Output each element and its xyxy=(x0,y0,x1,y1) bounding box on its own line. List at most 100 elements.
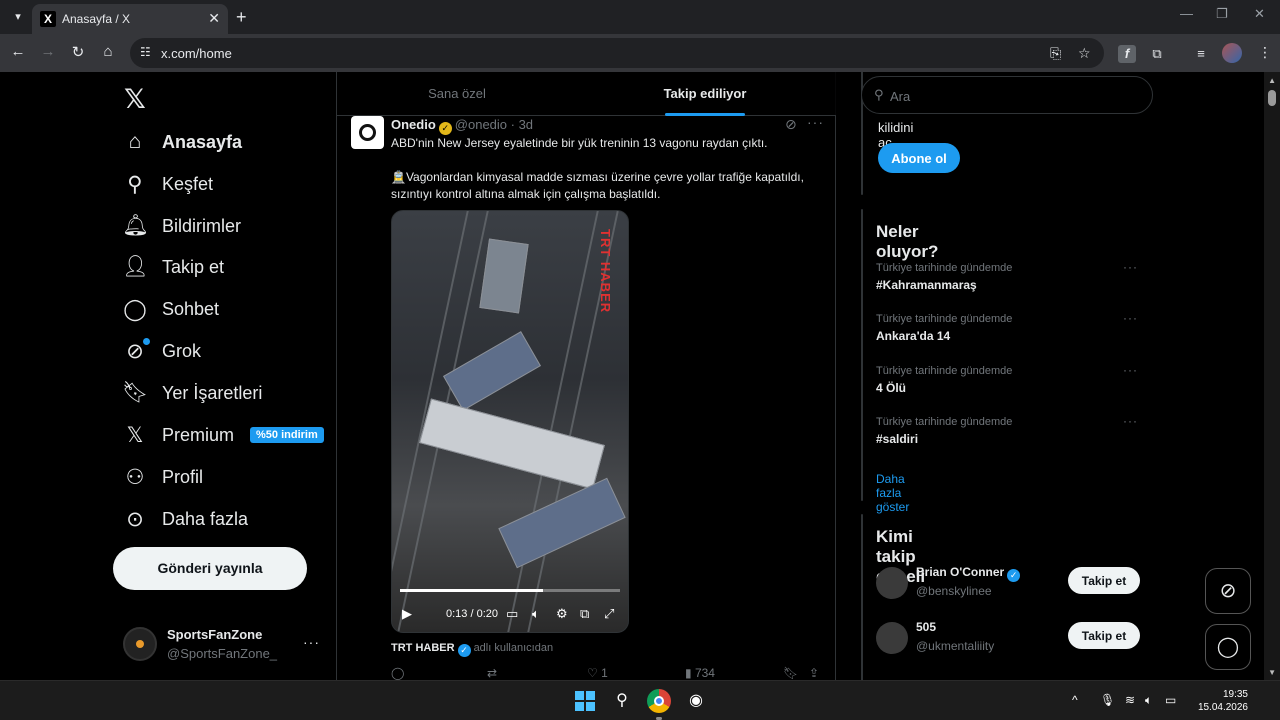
verified-gold-icon: ✓ xyxy=(438,122,452,135)
avatar[interactable] xyxy=(876,567,908,599)
microphone-icon[interactable]: 🎙︎ xyxy=(1100,693,1115,707)
trend-item[interactable]: Türkiye tarihinde gündemde 4 Ölü ··· xyxy=(876,363,1138,405)
tweet-author-name[interactable]: Onedio xyxy=(391,117,436,132)
account-name[interactable]: SportsFanZone xyxy=(167,627,262,642)
search-icon[interactable]: ⚲ xyxy=(610,689,634,713)
nav-notifications[interactable]: 🔔︎ Bildirimler xyxy=(122,206,241,246)
nav-premium[interactable]: 𝕏 Premium %50 indirim xyxy=(122,415,324,455)
page-scrollbar[interactable]: ▲ ▼ xyxy=(1264,72,1280,680)
site-info-icon[interactable]: ☷ xyxy=(140,45,151,59)
account-more-icon[interactable]: ··· xyxy=(303,634,320,650)
nav-explore[interactable]: ⚲ Keşfet xyxy=(122,164,213,204)
tweet-text-line1: ABD'nin New Jersey eyaletinde bir yük tr… xyxy=(391,136,768,150)
browser-menu-icon[interactable]: ⋮ xyxy=(1258,44,1272,61)
scroll-down-icon[interactable]: ▼ xyxy=(1268,668,1276,677)
nav-profile[interactable]: ⚇ Profil xyxy=(122,457,203,497)
tab-for-you[interactable]: Sana özel xyxy=(337,72,577,116)
settings-gear-icon[interactable]: ⚙ xyxy=(556,606,568,622)
trend-more-icon[interactable]: ··· xyxy=(1123,414,1138,428)
tweet-author-avatar[interactable] xyxy=(351,116,384,149)
trend-more-icon[interactable]: ··· xyxy=(1123,311,1138,325)
avatar[interactable] xyxy=(876,622,908,654)
tweet-meta: @onedio · 3d xyxy=(454,117,534,132)
wifi-icon[interactable]: ≋ xyxy=(1125,693,1135,707)
tab-search-button[interactable]: ▾ xyxy=(8,7,28,27)
like-icon[interactable]: ♡ 1 xyxy=(587,666,608,680)
views-icon[interactable]: ▮ 734 xyxy=(685,666,715,680)
nav-profile-label: Profil xyxy=(162,466,204,487)
video-time: 0:13 / 0:20 xyxy=(446,608,498,620)
extension-f-icon[interactable]: f xyxy=(1118,45,1136,63)
trend-item[interactable]: Türkiye tarihinde gündemde #saldiri ··· xyxy=(876,414,1138,456)
nav-grok-label: Grok xyxy=(162,340,202,361)
more-circle-icon: ⊙ xyxy=(126,507,144,531)
windows-start-icon[interactable] xyxy=(575,691,595,711)
home-button-icon[interactable]: ⌂ xyxy=(98,43,118,60)
show-more-link[interactable]: Daha fazla göster xyxy=(876,472,909,514)
browser-profile-avatar[interactable] xyxy=(1222,43,1242,63)
search-box[interactable]: ⚲ xyxy=(861,76,1153,114)
tweet-video[interactable]: TRT HABER ▶ 0:13 / 0:20 ▭ 🔈︎ ⚙ ⧉ ⤢ xyxy=(391,210,629,633)
nav-follow[interactable]: 👤︎ Takip et xyxy=(122,247,224,287)
volume-icon[interactable]: 🔈︎ xyxy=(1145,693,1152,708)
nav-chat[interactable]: ◯ Sohbet xyxy=(122,289,219,329)
fullscreen-icon[interactable]: ⤢ xyxy=(604,606,614,622)
grok-explain-icon[interactable]: ⊘ xyxy=(785,116,797,133)
source-name[interactable]: TRT HABER xyxy=(391,642,455,654)
maximize-icon[interactable]: ❐ xyxy=(1216,6,1228,22)
scroll-up-icon[interactable]: ▲ xyxy=(1268,76,1276,85)
close-tab-icon[interactable]: ✕ xyxy=(208,10,220,27)
search-input[interactable] xyxy=(890,85,1140,107)
trend-context: Türkiye tarihinde gündemde xyxy=(876,313,1013,325)
follow-button[interactable]: Takip et xyxy=(1068,567,1140,594)
forward-icon[interactable]: → xyxy=(38,43,58,60)
share-icon[interactable]: ⇪ xyxy=(809,666,819,680)
minimize-icon[interactable]: — xyxy=(1180,6,1193,21)
nav-bookmarks[interactable]: 🔖︎ Yer İşaretleri xyxy=(122,373,262,413)
bookmark-star-icon[interactable]: ☆ xyxy=(1078,45,1091,62)
play-icon[interactable]: ▶ xyxy=(402,606,412,622)
close-window-icon[interactable]: ✕ xyxy=(1254,6,1265,22)
reply-icon[interactable]: ◯ xyxy=(391,666,404,680)
install-app-icon[interactable]: ⎘ xyxy=(1050,45,1061,62)
trend-item[interactable]: Türkiye tarihinde gündemde Ankara'da 14 … xyxy=(876,311,1138,353)
browser-tab[interactable]: X Anasayfa / X ✕ xyxy=(32,4,228,34)
account-handle: @SportsFanZone_ xyxy=(167,646,278,661)
subscribe-button[interactable]: Abone ol xyxy=(878,143,960,173)
follow-button[interactable]: Takip et xyxy=(1068,622,1140,649)
like-count: 1 xyxy=(601,666,608,680)
nav-home[interactable]: ⌂ Anasayfa xyxy=(122,122,242,162)
tray-overflow-icon[interactable]: ^ xyxy=(1072,693,1078,707)
reload-icon[interactable]: ↻ xyxy=(68,43,88,61)
follow-suggestion[interactable]: Brian O'Conner ✓ @benskylinee Takip et xyxy=(876,565,1140,605)
battery-icon[interactable]: ▭ xyxy=(1165,693,1176,707)
video-progress-bar[interactable] xyxy=(400,589,620,592)
tab-following[interactable]: Takip ediliyor xyxy=(585,72,825,116)
nav-grok[interactable]: ⊘ Grok xyxy=(122,331,201,371)
nav-more[interactable]: ⊙ Daha fazla xyxy=(122,499,248,539)
picture-in-picture-icon[interactable]: ⧉ xyxy=(580,606,589,622)
messages-float-icon[interactable]: ◯ xyxy=(1205,624,1251,670)
x-logo-icon[interactable]: 𝕏 xyxy=(124,84,146,115)
trend-more-icon[interactable]: ··· xyxy=(1123,260,1138,274)
obs-icon[interactable]: ◉ xyxy=(684,689,708,713)
back-icon[interactable]: ← xyxy=(8,43,28,60)
account-avatar[interactable] xyxy=(123,627,157,661)
post-button[interactable]: Gönderi yayınla xyxy=(113,547,307,590)
follow-suggestion[interactable]: 505 @ukmentaliiity Takip et xyxy=(876,620,1140,660)
retweet-icon[interactable]: ⇄ xyxy=(487,666,497,680)
new-tab-icon[interactable]: + xyxy=(236,7,247,27)
system-clock[interactable]: 19:35 15.04.2026 xyxy=(1196,688,1248,714)
grok-float-icon[interactable]: ⊘ xyxy=(1205,568,1251,614)
extensions-icon[interactable]: ⧉ xyxy=(1148,45,1166,63)
media-controls-icon[interactable]: ≡ xyxy=(1192,45,1210,63)
scroll-thumb[interactable] xyxy=(1268,90,1276,106)
tweet-more-icon[interactable]: ··· xyxy=(807,114,824,130)
captions-icon[interactable]: ▭ xyxy=(506,606,518,622)
bookmark-icon[interactable]: 🔖︎ xyxy=(783,666,798,680)
chrome-icon[interactable] xyxy=(647,689,671,713)
trend-more-icon[interactable]: ··· xyxy=(1123,363,1138,377)
address-bar[interactable]: ☷ x.com/home ⎘ ☆ xyxy=(130,38,1104,68)
trend-item[interactable]: Türkiye tarihinde gündemde #Kahramanmara… xyxy=(876,260,1138,302)
volume-icon[interactable]: 🔈︎ xyxy=(532,606,540,622)
